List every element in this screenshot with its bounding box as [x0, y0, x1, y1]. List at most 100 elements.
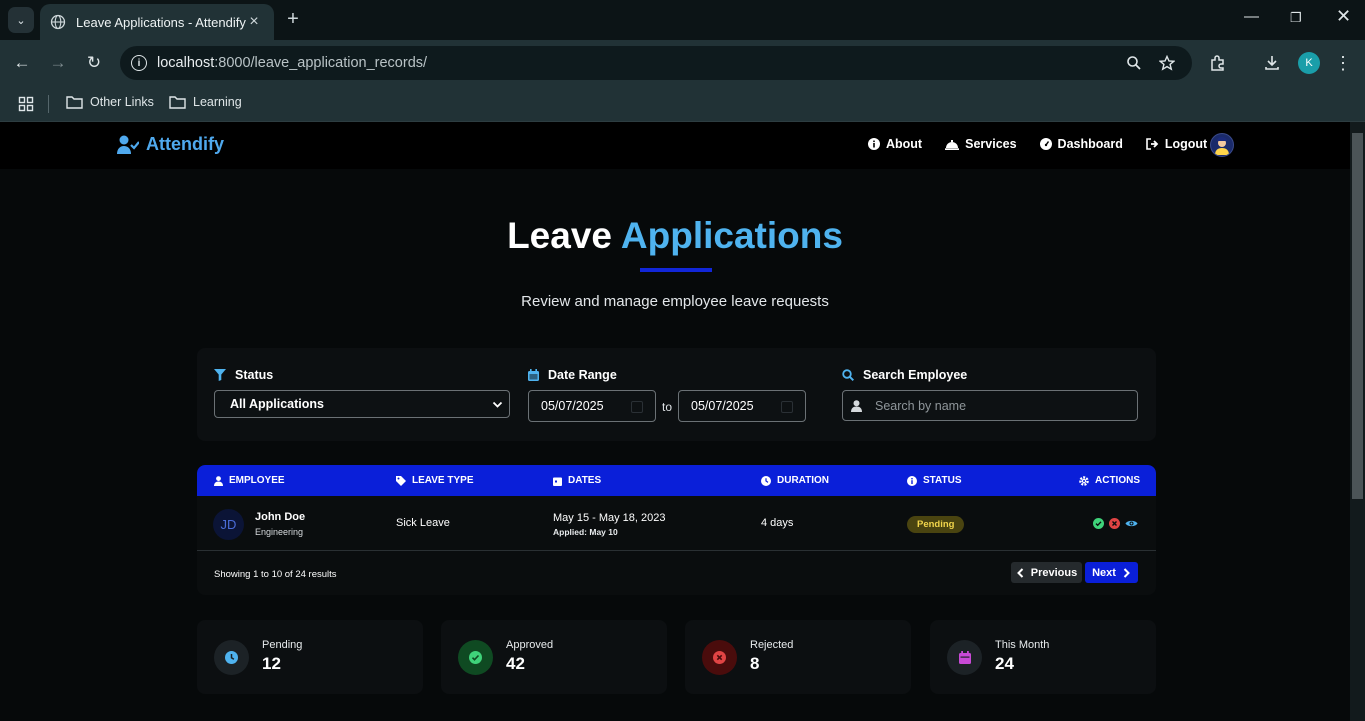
column-header-status: STATUS [907, 475, 962, 486]
column-header-actions: ACTIONS [1079, 475, 1140, 486]
globe-icon [50, 14, 66, 30]
stat-card-pending: Pending 12 [197, 620, 423, 694]
page-subtitle: Review and manage employee leave request… [521, 293, 829, 310]
back-arrow-icon[interactable]: ← [12, 53, 32, 73]
download-icon[interactable] [1263, 54, 1281, 72]
minimize-window-icon[interactable]: — [1244, 8, 1259, 25]
calendar-icon [553, 477, 562, 486]
browser-menu-icon[interactable]: ⋮ [1333, 53, 1353, 73]
table-header: EMPLOYEE LEAVE TYPE DATES DURATION STATU… [197, 465, 1156, 496]
bookmark-label: Other Links [90, 95, 154, 109]
browser-tab[interactable]: Leave Applications - Attendify × [40, 4, 274, 40]
nav-link-label: About [886, 137, 923, 151]
clock-icon [761, 475, 771, 486]
leave-duration: 4 days [761, 517, 794, 529]
stat-value: 24 [995, 654, 1014, 673]
date-range-label: Date Range [528, 368, 617, 382]
bookmark-folder-other-links[interactable]: Other Links [66, 95, 154, 109]
address-bar[interactable]: i localhost:8000/leave_application_recor… [120, 46, 1192, 80]
chevron-left-icon [1016, 567, 1023, 578]
next-page-button[interactable]: Next [1085, 562, 1138, 583]
date-to-input[interactable]: 05/07/2025 [678, 390, 806, 422]
user-icon [851, 399, 862, 412]
sign-out-icon [1146, 138, 1159, 150]
status-select[interactable]: All Applications [214, 390, 510, 418]
clock-icon [214, 640, 249, 675]
date-from-input[interactable]: 05/07/2025 [528, 390, 656, 422]
close-tab-icon[interactable]: × [246, 13, 262, 31]
bookmarks-divider [48, 95, 49, 113]
stat-card-this-month: This Month 24 [930, 620, 1156, 694]
user-icon [214, 475, 223, 486]
view-eye-icon[interactable] [1125, 518, 1138, 529]
folder-icon [169, 96, 186, 109]
filter-icon [214, 369, 226, 381]
restore-window-icon[interactable]: ❐ [1290, 10, 1302, 26]
employee-initials-avatar: JD [213, 509, 244, 540]
nav-link-label: Services [965, 137, 1017, 151]
previous-page-button[interactable]: Previous [1011, 562, 1082, 583]
bookmark-star-icon[interactable] [1159, 55, 1175, 71]
gauge-icon [1039, 138, 1052, 150]
stat-card-approved: Approved 42 [441, 620, 667, 694]
applied-date: Applied: May 10 [553, 527, 618, 537]
bell-concierge-icon [945, 139, 960, 150]
calendar-icon [528, 369, 539, 381]
calendar-picker-icon[interactable] [781, 401, 793, 413]
filters-panel: Status All Applications Date Range 05/07… [197, 348, 1156, 441]
new-tab-button[interactable]: + [283, 8, 303, 31]
status-badge: Pending [907, 516, 965, 533]
title-underline [640, 268, 712, 272]
column-header-employee: EMPLOYEE [214, 475, 285, 486]
calendar-picker-icon[interactable] [631, 401, 643, 413]
profile-avatar[interactable]: K [1298, 52, 1320, 74]
chevron-right-icon [1123, 567, 1130, 578]
stat-value: 42 [506, 654, 525, 673]
site-info-icon[interactable]: i [131, 55, 147, 71]
nav-services[interactable]: Services [945, 137, 1017, 151]
tab-search-button[interactable]: ⌄ [8, 7, 34, 33]
check-circle-icon [458, 640, 493, 675]
scrollbar-thumb[interactable] [1352, 133, 1363, 499]
nav-dashboard[interactable]: Dashboard [1039, 137, 1123, 151]
stat-label: Rejected [750, 639, 794, 651]
page-viewport: Attendify About Services Dashboard Logou… [0, 122, 1350, 721]
bookmarks-bar: Other Links Learning [0, 86, 1365, 122]
nav-links: About Services Dashboard Logout [868, 137, 1230, 151]
browser-tab-strip: ⌄ Leave Applications - Attendify × + — ❐… [0, 0, 1365, 40]
stat-label: Pending [262, 639, 303, 651]
chevron-down-icon [492, 401, 503, 408]
status-filter-label: Status [214, 368, 273, 382]
url-text[interactable]: localhost:8000/leave_application_records… [157, 55, 1126, 71]
table-row[interactable]: JD John Doe Engineering Sick Leave May 1… [197, 496, 1156, 551]
reload-icon[interactable]: ↻ [84, 53, 104, 73]
column-header-duration: DURATION [761, 475, 829, 486]
stat-value: 12 [262, 654, 281, 673]
close-window-icon[interactable]: ✕ [1336, 6, 1351, 27]
nav-logout[interactable]: Logout [1146, 137, 1207, 151]
times-circle-icon [702, 640, 737, 675]
stat-value: 8 [750, 654, 760, 673]
column-header-leave-type: LEAVE TYPE [396, 475, 474, 486]
brand-name: Attendify [146, 134, 224, 154]
info-circle-icon [907, 475, 917, 486]
tab-title: Leave Applications - Attendify [76, 14, 246, 30]
nav-about[interactable]: About [868, 137, 922, 151]
search-employee-input[interactable]: Search by name [842, 390, 1138, 421]
extensions-icon[interactable] [1209, 54, 1227, 72]
zoom-icon[interactable] [1126, 55, 1142, 71]
employee-name: John Doe [255, 511, 306, 523]
brand-logo[interactable]: Attendify [117, 134, 224, 155]
user-avatar[interactable] [1210, 133, 1234, 157]
approve-icon[interactable] [1093, 518, 1104, 529]
reject-icon[interactable] [1109, 518, 1120, 529]
info-circle-icon [868, 138, 880, 150]
site-navbar: Attendify About Services Dashboard Logou… [0, 122, 1350, 169]
calendar-icon [947, 640, 982, 675]
bookmark-label: Learning [193, 95, 242, 109]
user-check-icon [117, 135, 139, 154]
apps-grid-icon[interactable] [18, 96, 34, 112]
bookmark-folder-learning[interactable]: Learning [169, 95, 242, 109]
forward-arrow-icon[interactable]: → [48, 53, 68, 73]
user-avatar-icon [1215, 137, 1229, 155]
